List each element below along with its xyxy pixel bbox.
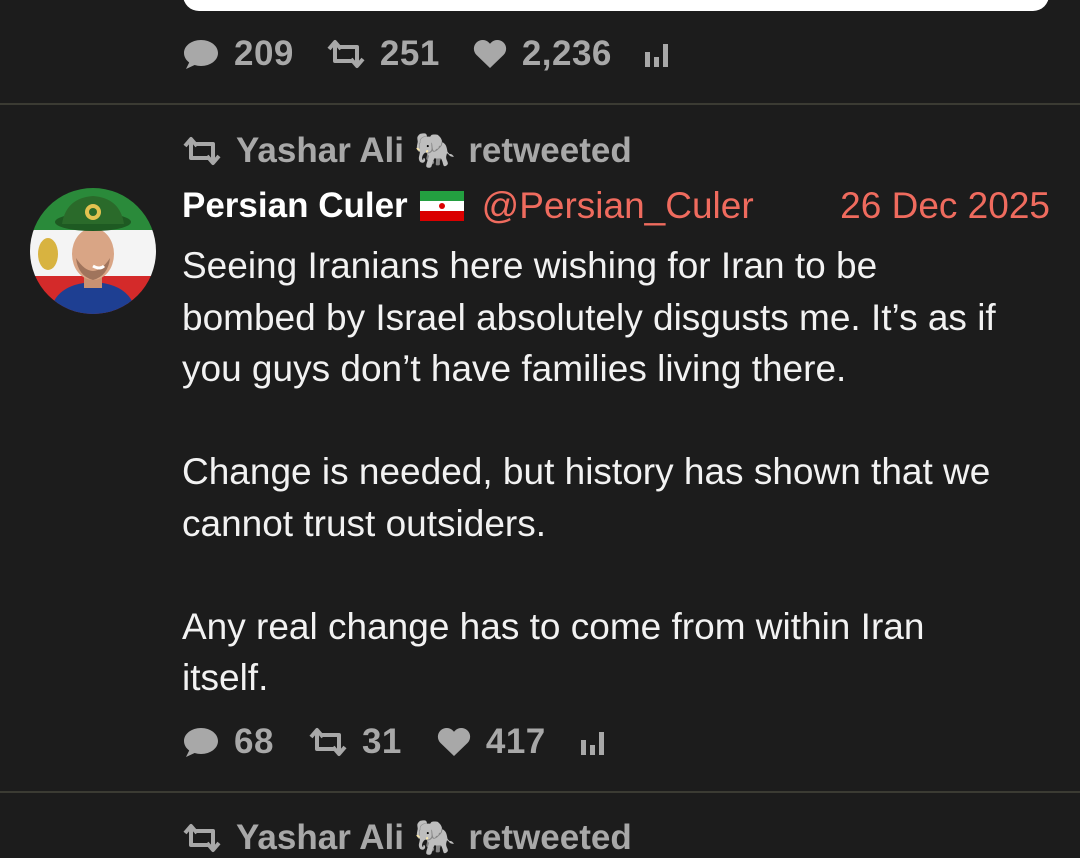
tweet-paragraph: Any real change has to come from within … (182, 605, 925, 699)
author-name[interactable]: Persian Culer (182, 186, 408, 226)
bar-chart-icon (644, 44, 668, 67)
heart-icon (473, 40, 506, 68)
like-button[interactable]: 2,236 (472, 34, 612, 74)
retweeted-label: retweeted (468, 131, 632, 170)
bar-chart-icon (580, 732, 604, 755)
retweet-button[interactable]: 31 (308, 722, 402, 762)
tweet-header: Persian Culer @Persian_Culer 26 Dec 2025 (182, 184, 1050, 228)
tweet-date[interactable]: 26 Dec 2025 (840, 185, 1050, 227)
avatar[interactable] (30, 188, 156, 314)
like-button[interactable]: 417 (436, 722, 546, 762)
retweet-count: 251 (379, 34, 440, 73)
author-handle[interactable]: @Persian_Culer (482, 185, 754, 227)
reply-count: 209 (234, 34, 294, 73)
iran-flag-icon (419, 191, 464, 221)
speech-bubble-icon (184, 728, 218, 757)
retweet-icon (309, 728, 347, 756)
previous-tweet-stats: 209 251 2,236 (182, 34, 718, 74)
retweet-icon (327, 40, 365, 68)
reply-button[interactable]: 68 (182, 722, 274, 762)
reply-button[interactable]: 209 (182, 34, 294, 74)
like-count: 417 (485, 722, 546, 761)
retweeted-by-line[interactable]: Yashar Ali 🐘 retweeted (182, 131, 632, 171)
analytics-button[interactable] (580, 728, 622, 756)
tweet-divider (0, 791, 1080, 793)
retweet-button[interactable]: 251 (326, 34, 440, 74)
avatar-image (30, 188, 156, 314)
tweet-text: Seeing Iranians here wishing for Iran to… (182, 240, 1062, 704)
embedded-card-bottom-edge[interactable] (183, 0, 1049, 11)
tweet-paragraph: Change is needed, but history has shown … (182, 451, 991, 544)
retweeter-name[interactable]: Yashar Ali (236, 131, 404, 171)
elephant-emoji: 🐘 (413, 131, 457, 171)
next-retweeted-by-line[interactable]: Yashar Ali 🐘 retweeted (182, 818, 632, 858)
reply-count: 68 (234, 722, 274, 761)
analytics-button[interactable] (644, 40, 686, 68)
tweet-paragraph: Seeing Iranians here wishing for Iran to… (182, 245, 996, 389)
retweeted-label: retweeted (468, 818, 632, 857)
speech-bubble-icon (184, 40, 218, 69)
retweet-count: 31 (361, 722, 402, 761)
retweeter-name[interactable]: Yashar Ali (236, 818, 404, 858)
tweet-divider (0, 103, 1080, 105)
like-count: 2,236 (521, 34, 612, 73)
elephant-emoji: 🐘 (413, 818, 457, 858)
retweet-icon (183, 137, 221, 165)
tweet-stats: 68 31 417 (182, 722, 656, 762)
retweet-icon (183, 824, 221, 852)
heart-icon (437, 728, 470, 756)
